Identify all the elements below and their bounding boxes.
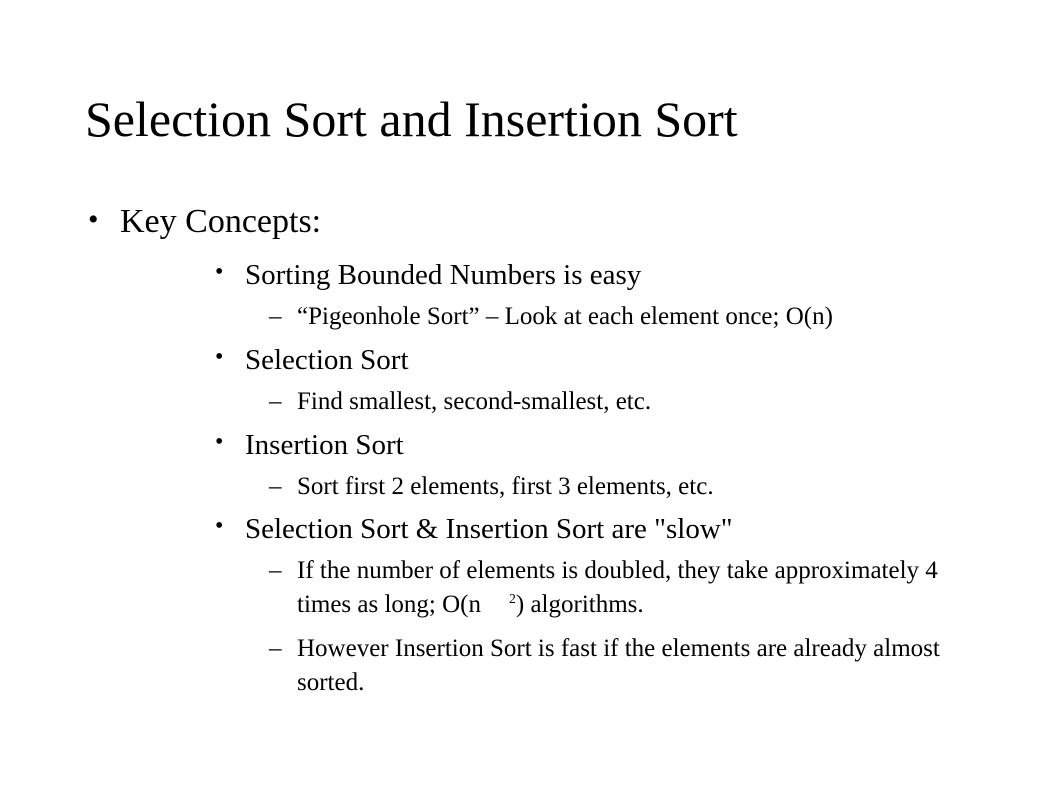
bullet-list-level3: Find smallest, second-smallest, etc. (265, 385, 1002, 419)
list-item: Sorting Bounded Numbers is easy “Pigeonh… (210, 259, 1002, 334)
bullet-list-level3: If the number of elements is doubled, th… (265, 554, 1002, 699)
list-item: If the number of elements is doubled, th… (265, 554, 985, 622)
bullet-list-level3: Sort first 2 elements, first 3 elements,… (265, 470, 1002, 504)
list-item: “Pigeonhole Sort” – Look at each element… (265, 300, 985, 334)
list-item: Sort first 2 elements, first 3 elements,… (265, 470, 985, 504)
bullet-list-level2: Sorting Bounded Numbers is easy “Pigeonh… (210, 259, 1002, 699)
bullet-list-level1: Key Concepts: Sorting Bounded Numbers is… (80, 203, 1002, 699)
bullet-text: Sorting Bounded Numbers is easy (245, 259, 641, 291)
bullet-text: Insertion Sort (245, 429, 404, 461)
bullet-text: Key Concepts: (120, 203, 321, 240)
bullet-text-post: ) algorithms. (516, 591, 644, 618)
list-item: Selection Sort Find smallest, second-sma… (210, 344, 1002, 419)
bullet-list-level3: “Pigeonhole Sort” – Look at each element… (265, 300, 1002, 334)
slide-title: Selection Sort and Insertion Sort (85, 90, 1002, 148)
list-item: Find smallest, second-smallest, etc. (265, 385, 985, 419)
list-item: Key Concepts: Sorting Bounded Numbers is… (80, 203, 1002, 699)
bullet-text: “Pigeonhole Sort” – Look at each element… (297, 303, 833, 330)
superscript: 2 (509, 591, 516, 606)
list-item: However Insertion Sort is fast if the el… (265, 632, 985, 700)
bullet-text: Selection Sort (245, 344, 409, 376)
bullet-text: Find smallest, second-smallest, etc. (297, 388, 651, 415)
bullet-text: Selection Sort & Insertion Sort are "slo… (245, 513, 733, 545)
list-item: Selection Sort & Insertion Sort are "slo… (210, 513, 1002, 699)
bullet-text: Sort first 2 elements, first 3 elements,… (297, 473, 714, 500)
list-item: Insertion Sort Sort first 2 elements, fi… (210, 429, 1002, 504)
bullet-text: However Insertion Sort is fast if the el… (297, 635, 940, 696)
